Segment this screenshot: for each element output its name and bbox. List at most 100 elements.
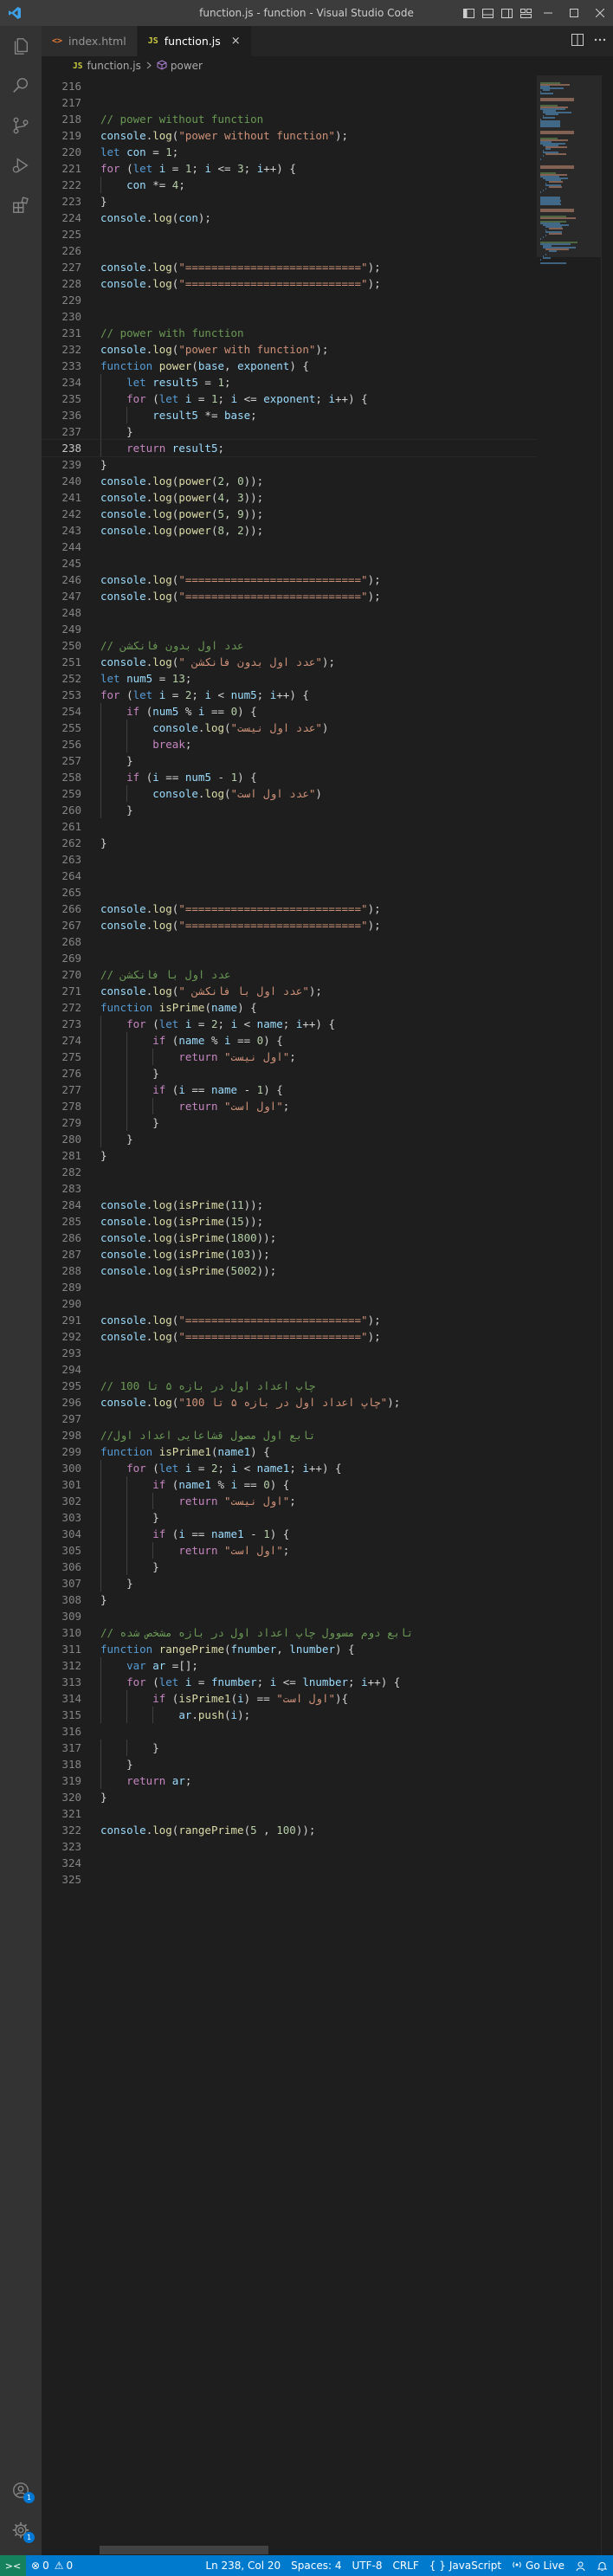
code-line[interactable]: 318 } (42, 1756, 537, 1772)
code-line[interactable]: 321 (42, 1805, 537, 1822)
code-line[interactable]: 303 } (42, 1509, 537, 1526)
code-line[interactable]: 277 if (i == name - 1) { (42, 1081, 537, 1098)
indentation-status[interactable]: Spaces: 4 (286, 2555, 346, 2576)
code-line[interactable]: 313 for (let i = fnumber; i <= lnumber; … (42, 1674, 537, 1690)
code-line[interactable]: 323 (42, 1838, 537, 1855)
code-line[interactable]: 273 for (let i = 2; i < name; i++) { (42, 1016, 537, 1032)
encoding-status[interactable]: UTF-8 (346, 2555, 387, 2576)
code-line[interactable]: 312 var ar =[]; (42, 1657, 537, 1674)
code-line[interactable]: 322 console.log(rangePrime(5 , 100)); (42, 1822, 537, 1838)
close-tab-icon[interactable]: × (231, 35, 241, 48)
code-line[interactable]: 295 // چاپ اعداد اول در بازه ۵ تا 100 (42, 1378, 537, 1394)
vertical-scrollbar[interactable] (601, 75, 613, 2555)
code-line[interactable]: 269 (42, 950, 537, 966)
code-line[interactable]: 224 console.log(con); (42, 210, 537, 226)
code-line[interactable]: 288 console.log(isPrime(5002)); (42, 1262, 537, 1279)
breadcrumb-file[interactable]: function.js (87, 60, 140, 72)
code-line[interactable]: 279 } (42, 1114, 537, 1131)
tab-function-js[interactable]: JS function.js × (137, 26, 252, 56)
maximize-icon[interactable] (561, 0, 587, 26)
code-line[interactable]: 229 (42, 292, 537, 308)
code-line[interactable]: 283 (42, 1180, 537, 1197)
code-line[interactable]: 236 result5 *= base; (42, 407, 537, 423)
code-line[interactable]: 302 return "اول نیست"; (42, 1493, 537, 1509)
code-line[interactable]: 311 function rangePrime(fnumber, lnumber)… (42, 1641, 537, 1657)
code-line[interactable]: 233 function power(base, exponent) { (42, 358, 537, 374)
code-line[interactable]: 300 for (let i = 2; i < name1; i++) { (42, 1460, 537, 1476)
code-line[interactable]: 265 (42, 884, 537, 901)
code-line[interactable]: 230 (42, 308, 537, 325)
code-line[interactable]: 237 } (42, 423, 537, 440)
code-line[interactable]: 217 (42, 94, 537, 111)
code-line[interactable]: 235 for (let i = 1; i <= exponent; i++) … (42, 391, 537, 407)
close-window-icon[interactable] (587, 0, 613, 26)
code-line[interactable]: 263 (42, 851, 537, 868)
code-line[interactable]: 225 (42, 226, 537, 242)
code-line[interactable]: 298 //تابع اول مصول قشاعایی اعداد اول (42, 1427, 537, 1443)
customize-layout-icon[interactable] (516, 0, 535, 26)
cursor-position[interactable]: Ln 238, Col 20 (200, 2555, 286, 2576)
code-line[interactable]: 296 console.log("چاپ اعداد اول در بازه ۵ … (42, 1394, 537, 1411)
code-line[interactable]: 238 return result5; (42, 439, 537, 457)
code-line[interactable]: 325 (42, 1871, 537, 1888)
code-line[interactable]: 240 console.log(power(2, 0)); (42, 473, 537, 489)
manage-gear-icon[interactable]: 1 (0, 2510, 42, 2550)
code-line[interactable]: 252 let num5 = 13; (42, 670, 537, 687)
code-line[interactable]: 281} (42, 1147, 537, 1164)
code-line[interactable]: 320} (42, 1789, 537, 1805)
code-line[interactable]: 244 (42, 539, 537, 555)
code-line[interactable]: 282 (42, 1164, 537, 1180)
problems-status[interactable]: ⊗ 0 ⚠ 0 (26, 2555, 78, 2576)
more-actions-icon[interactable] (594, 34, 606, 49)
code-line[interactable]: 270 // عدد اول با فانکشن (42, 966, 537, 983)
code-line[interactable]: 216 (42, 78, 537, 94)
code-line[interactable]: 289 (42, 1279, 537, 1295)
toggle-panel-icon[interactable] (478, 0, 497, 26)
code-line[interactable]: 222 con *= 4; (42, 177, 537, 193)
code-line[interactable]: 278 return "اول است"; (42, 1098, 537, 1114)
code-line[interactable]: 306 } (42, 1559, 537, 1575)
code-line[interactable]: 292 console.log("========================… (42, 1328, 537, 1345)
code-line[interactable]: 245 (42, 555, 537, 571)
code-line[interactable]: 304 if (i == name1 - 1) { (42, 1526, 537, 1542)
code-line[interactable]: 260 } (42, 802, 537, 818)
code-line[interactable]: 314 if (isPrime1(i) == "اول است"){ (42, 1690, 537, 1707)
code-line[interactable]: 259 console.log("عدد اول است") (42, 785, 537, 802)
code-line[interactable]: 310 // تابع دوم مسوول چاپ اعداد اول در با… (42, 1624, 537, 1641)
toggle-sidebar-icon[interactable] (459, 0, 478, 26)
code-line[interactable]: 309 (42, 1608, 537, 1624)
extensions-icon[interactable] (0, 185, 42, 225)
code-line[interactable]: 219 console.log("power without function")… (42, 127, 537, 144)
code-line[interactable]: 248 (42, 604, 537, 621)
code-line[interactable]: 319 return ar; (42, 1772, 537, 1789)
code-line[interactable]: 324 (42, 1855, 537, 1871)
code-line[interactable]: 274 if (name % i == 0) { (42, 1032, 537, 1049)
code-line[interactable]: 301 if (name1 % i == 0) { (42, 1476, 537, 1493)
remote-indicator[interactable]: >< (0, 2555, 26, 2576)
language-mode[interactable]: { } JavaScript (424, 2555, 507, 2576)
code-line[interactable]: 264 (42, 868, 537, 884)
code-line[interactable]: 221 for (let i = 1; i <= 3; i++) { (42, 160, 537, 177)
code-line[interactable]: 239} (42, 456, 537, 473)
code-line[interactable]: 293 (42, 1345, 537, 1361)
minimap[interactable] (537, 75, 601, 2555)
code-line[interactable]: 272 function isPrime(name) { (42, 999, 537, 1016)
code-line[interactable]: 242 console.log(power(5, 9)); (42, 506, 537, 522)
code-editor[interactable]: 216 217 218 // power without function 219 con… (42, 75, 537, 2555)
code-line[interactable]: 308} (42, 1591, 537, 1608)
code-line[interactable]: 223} (42, 193, 537, 210)
notifications-bell-icon[interactable] (591, 2555, 613, 2576)
code-line[interactable]: 290 (42, 1295, 537, 1312)
minimize-icon[interactable] (535, 0, 561, 26)
code-line[interactable]: 315 ar.push(i); (42, 1707, 537, 1723)
search-icon[interactable] (0, 66, 42, 106)
code-line[interactable]: 267 console.log("========================… (42, 917, 537, 933)
breadcrumb-symbol[interactable]: power (171, 60, 203, 72)
go-live-button[interactable]: Go Live (507, 2555, 570, 2576)
code-line[interactable]: 297 (42, 1411, 537, 1427)
code-line[interactable]: 246 console.log("========================… (42, 571, 537, 588)
vscode-logo-icon[interactable] (0, 0, 29, 26)
code-line[interactable]: 232 console.log("power with function"); (42, 341, 537, 358)
code-line[interactable]: 234 let result5 = 1; (42, 374, 537, 391)
eol-status[interactable]: CRLF (387, 2555, 423, 2576)
